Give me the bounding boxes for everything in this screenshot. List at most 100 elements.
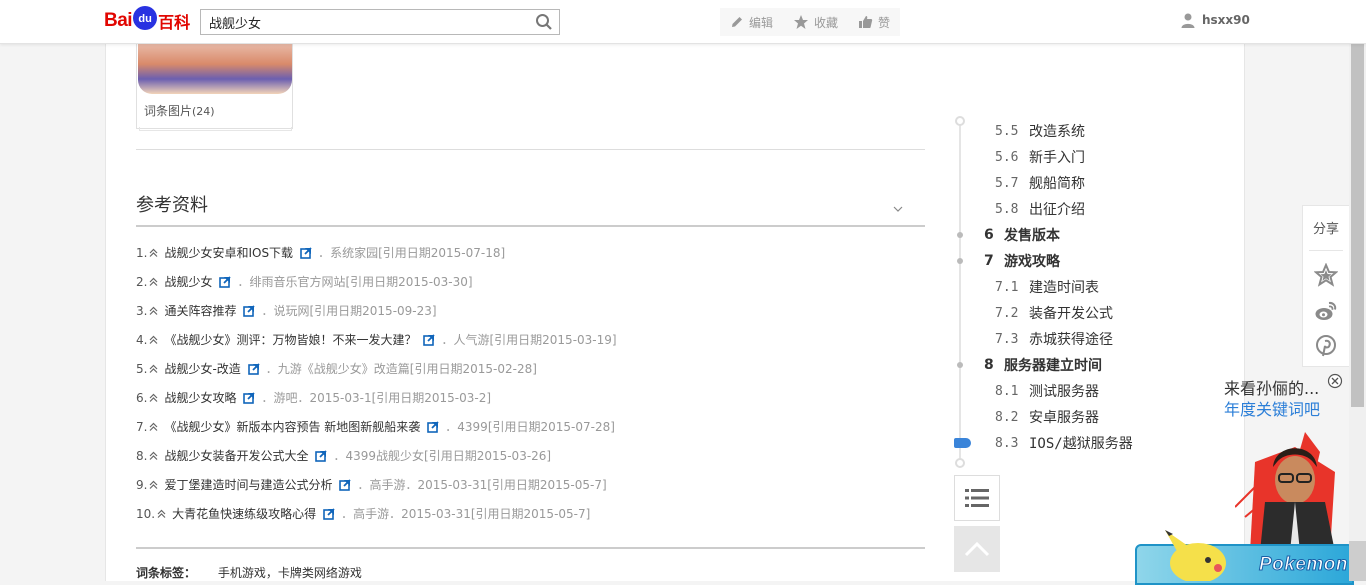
catalog-number: 7.1	[995, 279, 1019, 295]
reference-source: ．系统家园[引用日期2015-07-18]	[318, 246, 506, 260]
caret-up-icon[interactable]	[157, 509, 166, 518]
reference-number: 5.	[136, 361, 148, 376]
catalog-item[interactable]: 5.8 出征介绍	[984, 196, 1133, 222]
divider	[136, 149, 925, 150]
like-label: 赞	[878, 15, 891, 30]
reference-title[interactable]: 《战舰少女》测评：万物皆娘！不来一发大建？	[164, 331, 416, 348]
external-link-icon[interactable]	[247, 362, 260, 375]
external-link-icon[interactable]	[339, 478, 352, 491]
catalog-item[interactable]: 5.6 新手入门	[984, 144, 1133, 170]
like-button[interactable]: 赞	[848, 8, 900, 36]
logo-du-paw: du	[133, 6, 158, 30]
reference-title[interactable]: 战舰少女安卓和IOS下载	[164, 244, 293, 261]
catalog-title: 安卓服务器	[1029, 410, 1099, 426]
entry-tags: 词条标签： 手机游戏，卡牌类网络游戏	[136, 564, 362, 581]
catalog-item[interactable]: 5.5 改造系统	[984, 118, 1133, 144]
catalog-toggle-button[interactable]	[954, 475, 1000, 521]
user-icon	[1181, 13, 1195, 28]
logo-bai: Bai	[104, 10, 133, 31]
reference-title[interactable]: 战舰少女装备开发公式大全	[164, 447, 308, 464]
thumbs-up-icon	[859, 16, 873, 28]
reference-title[interactable]: 战舰少女	[164, 273, 212, 290]
star-icon[interactable]	[1314, 263, 1338, 287]
caret-up-icon[interactable]	[149, 335, 158, 344]
user-menu[interactable]: hsxx90	[1180, 12, 1250, 28]
advertisement[interactable]: 来看孙俪的... 年度关键词吧 Pokemon	[1135, 370, 1354, 585]
catalog-item[interactable]: 6 发售版本	[984, 222, 1133, 248]
reference-number: 6.	[136, 390, 148, 405]
page-scrollbar-thumb[interactable]	[1351, 0, 1364, 407]
external-link-icon[interactable]	[323, 507, 335, 520]
caret-up-icon[interactable]	[149, 277, 158, 286]
edit-label: 编辑	[749, 15, 774, 30]
favorite-button[interactable]: 收藏	[783, 8, 848, 36]
article-actions: 编辑 收藏 赞	[720, 8, 901, 36]
external-link-icon[interactable]	[219, 275, 232, 288]
search-icon[interactable]	[535, 13, 553, 31]
picture-album[interactable]: 词条图片(24)	[136, 43, 293, 129]
catalog-bullet	[957, 258, 963, 264]
reference-number: 2.	[136, 274, 148, 289]
tags-divider	[136, 547, 925, 549]
reference-title[interactable]: 通关阵容推荐	[164, 302, 236, 319]
reference-title[interactable]: 大青花鱼快速练级攻略心得	[172, 505, 316, 522]
reference-item: 6. 战舰少女攻略 ．游吧．2015-03-1[引用日期2015-03-2]	[136, 383, 617, 412]
external-link-icon[interactable]	[315, 449, 328, 462]
catalog-title: 舰船简称	[1029, 176, 1085, 192]
external-link-icon[interactable]	[427, 420, 439, 433]
catalog-item[interactable]: 7.1 建造时间表	[984, 274, 1133, 300]
catalog-item[interactable]: 5.7 舰船简称	[984, 170, 1133, 196]
favorite-label: 收藏	[814, 15, 839, 30]
external-link-icon[interactable]	[423, 333, 436, 346]
logo-baike: 百科	[158, 15, 191, 32]
pencil-icon	[732, 17, 742, 27]
catalog-item[interactable]: 8.2 安卓服务器	[984, 404, 1133, 430]
catalog-title: IOS/越狱服务器	[1029, 436, 1133, 452]
reference-source: ．4399[引用日期2015-07-28]	[445, 420, 615, 434]
reference-title[interactable]: 爱丁堡建造时间与建造公式分析	[164, 476, 332, 493]
catalog-bullet	[957, 232, 963, 238]
caret-up-icon[interactable]	[149, 480, 158, 489]
page-scrollbar-lower[interactable]	[1349, 541, 1366, 581]
back-to-top-button[interactable]	[954, 526, 1000, 572]
pinterest-icon[interactable]	[1314, 334, 1338, 358]
external-link-icon[interactable]	[243, 391, 256, 404]
reference-number: 9.	[136, 477, 148, 492]
catalog-item[interactable]: 8.3 IOS/越狱服务器	[984, 430, 1133, 456]
catalog-item[interactable]: 8.1 测试服务器	[984, 378, 1133, 404]
reference-source: ．高手游．2015-03-31[引用日期2015-05-7]	[357, 478, 607, 492]
caret-up-icon[interactable]	[149, 422, 158, 431]
caret-up-icon[interactable]	[149, 393, 158, 402]
tags-value[interactable]: 手机游戏，卡牌类网络游戏	[218, 566, 362, 580]
chevron-down-icon[interactable]	[892, 203, 904, 215]
caret-up-icon[interactable]	[149, 451, 158, 460]
references-title: 参考资料	[136, 195, 208, 216]
search-input[interactable]	[207, 10, 531, 34]
catalog-item[interactable]: 7.2 装备开发公式	[984, 300, 1133, 326]
catalog-title: 游戏攻略	[1004, 254, 1060, 270]
external-link-icon[interactable]	[243, 304, 256, 317]
edit-button[interactable]: 编辑	[720, 8, 783, 36]
catalog-item[interactable]: 7 游戏攻略	[984, 248, 1133, 274]
close-icon[interactable]	[1327, 373, 1343, 389]
catalog-item[interactable]: 7.3 赤城获得途径	[984, 326, 1133, 352]
album-count: (24)	[192, 105, 215, 118]
reference-source: ．绯雨音乐官方网站[引用日期2015-03-30]	[237, 275, 473, 289]
username: hsxx90	[1202, 13, 1250, 27]
caret-up-icon[interactable]	[149, 364, 158, 373]
external-link-icon[interactable]	[300, 246, 312, 259]
caret-up-icon[interactable]	[149, 248, 158, 257]
weibo-icon[interactable]	[1314, 299, 1338, 323]
catalog-start-dot	[955, 116, 965, 126]
caret-up-icon[interactable]	[149, 306, 158, 315]
catalog-item[interactable]: 8 服务器建立时间	[984, 352, 1133, 378]
reference-title[interactable]: 战舰少女攻略	[164, 389, 236, 406]
catalog-title: 出征介绍	[1029, 202, 1085, 218]
reference-source: ．九游《战舰少女》改造篇[引用日期2015-02-28]	[265, 362, 537, 376]
share-label[interactable]: 分享	[1303, 218, 1349, 237]
reference-title[interactable]: 《战舰少女》新版本内容预告 新地图新舰船来袭	[164, 418, 420, 435]
reference-title[interactable]: 战舰少女-改造	[164, 360, 240, 377]
catalog-bullet	[957, 362, 963, 368]
catalog-title: 发售版本	[1004, 228, 1060, 244]
baidu-baike-logo[interactable]: Bai du 百科	[104, 6, 191, 34]
